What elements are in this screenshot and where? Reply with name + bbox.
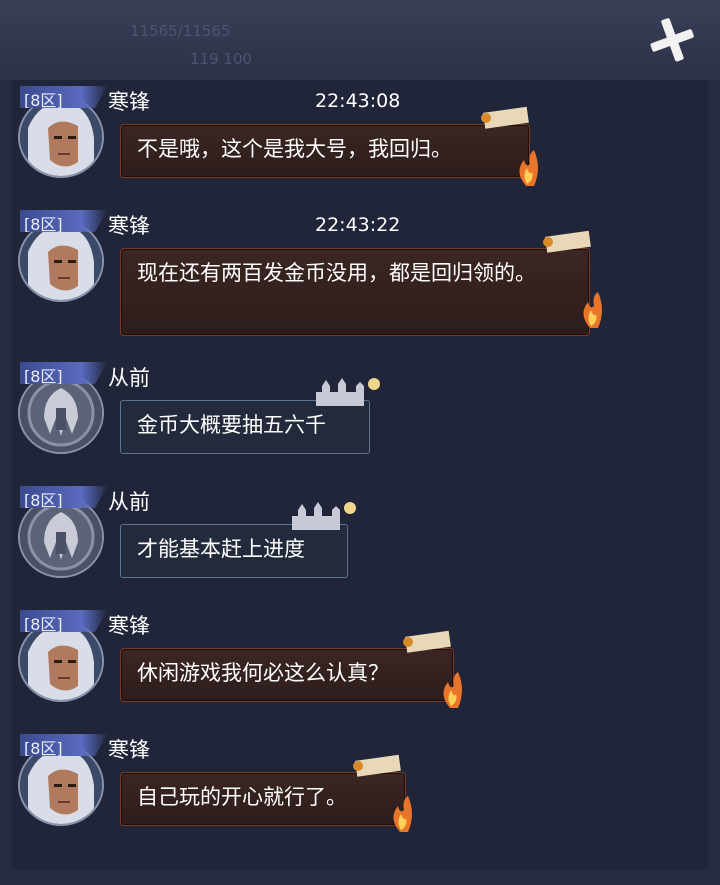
scroll-decoration-icon: [403, 630, 451, 653]
flame-decoration-icon: [443, 672, 462, 708]
server-tag: [8区]: [20, 610, 108, 632]
message-text: 金币大概要抽五六千: [137, 413, 326, 437]
chat-message: [8区] 从前 金币大概要抽五六千: [12, 356, 708, 480]
chat-message: [8区] 寒锋 22:43:08 不是哦，这个是我大号，我回归。: [12, 80, 708, 204]
scroll-decoration-icon: [481, 106, 529, 129]
close-button[interactable]: [644, 12, 700, 68]
white-haired-warrior-avatar[interactable]: [18, 620, 104, 702]
server-label: [8区]: [24, 615, 63, 634]
white-haired-warrior-avatar[interactable]: [18, 220, 104, 302]
hooded-emblem-avatar[interactable]: [18, 496, 104, 578]
timestamp: 22:43:22: [315, 214, 401, 236]
message-text: 现在还有两百发金币没用，都是回归领的。: [137, 261, 536, 285]
sender-name[interactable]: 寒锋: [108, 210, 150, 240]
message-text: 才能基本赶上进度: [137, 537, 305, 561]
message-bubble[interactable]: 现在还有两百发金币没用，都是回归领的。: [120, 248, 590, 336]
flame-decoration-icon: [393, 796, 412, 832]
server-tag: [8区]: [20, 86, 108, 108]
castle-decoration-icon: [292, 502, 356, 530]
scroll-decoration-icon: [353, 754, 401, 777]
top-bar: 11565/11565 119 100: [0, 0, 720, 80]
message-bubble[interactable]: 休闲游戏我何必这么认真？: [120, 648, 454, 702]
server-label: [8区]: [24, 491, 63, 510]
message-bubble[interactable]: 才能基本赶上进度: [120, 524, 348, 578]
message-bubble[interactable]: 不是哦，这个是我大号，我回归。: [120, 124, 530, 178]
server-label: [8区]: [24, 367, 63, 386]
server-label: [8区]: [24, 91, 63, 110]
white-haired-warrior-avatar[interactable]: [18, 96, 104, 178]
chat-message: [8区] 寒锋 休闲游戏我何必这么认真？: [12, 604, 708, 728]
sender-name[interactable]: 从前: [108, 362, 150, 392]
sender-name[interactable]: 寒锋: [108, 610, 150, 640]
sender-name[interactable]: 寒锋: [108, 86, 150, 116]
chat-message: [8区] 寒锋 自己玩的开心就行了。: [12, 728, 708, 852]
server-label: [8区]: [24, 739, 63, 758]
white-haired-warrior-avatar[interactable]: [18, 744, 104, 826]
server-label: [8区]: [24, 215, 63, 234]
chat-message: [8区] 寒锋 22:43:22 现在还有两百发金币没用，都是回归领的。: [12, 204, 708, 336]
faded-stats: 119 100: [190, 50, 253, 68]
server-tag: [8区]: [20, 734, 108, 756]
sender-name[interactable]: 从前: [108, 486, 150, 516]
hooded-emblem-avatar[interactable]: [18, 372, 104, 454]
message-text: 自己玩的开心就行了。: [137, 785, 347, 809]
scroll-decoration-icon: [543, 230, 591, 253]
faded-counter: 11565/11565: [130, 22, 231, 40]
chat-panel[interactable]: [8区] 寒锋 22:43:08 不是哦，这个是我大号，我回归。 [8区] 寒锋…: [12, 80, 708, 870]
flame-decoration-icon: [583, 292, 602, 328]
castle-decoration-icon: [316, 378, 380, 406]
chat-message: [8区] 从前 才能基本赶上进度: [12, 480, 708, 604]
flame-decoration-icon: [519, 150, 538, 186]
message-text: 不是哦，这个是我大号，我回归。: [137, 137, 452, 161]
server-tag: [8区]: [20, 210, 108, 232]
message-bubble[interactable]: 自己玩的开心就行了。: [120, 772, 406, 826]
close-x-icon: [650, 18, 694, 62]
message-text: 休闲游戏我何必这么认真？: [137, 661, 389, 685]
message-bubble[interactable]: 金币大概要抽五六千: [120, 400, 370, 454]
server-tag: [8区]: [20, 486, 108, 508]
sender-name[interactable]: 寒锋: [108, 734, 150, 764]
server-tag: [8区]: [20, 362, 108, 384]
timestamp: 22:43:08: [315, 90, 401, 112]
